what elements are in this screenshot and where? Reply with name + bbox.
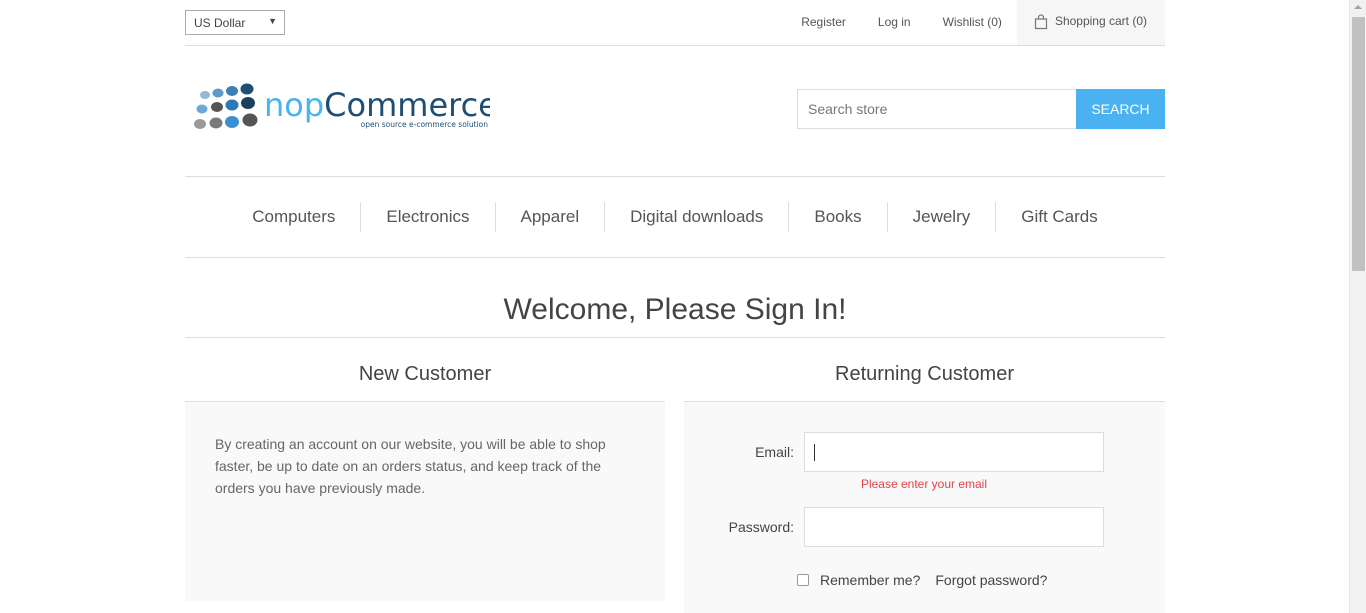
shopping-bag-icon — [1034, 14, 1048, 30]
remember-me-checkbox[interactable] — [797, 574, 809, 586]
cart-label: Shopping cart (0) — [1054, 14, 1147, 28]
shopping-cart-link[interactable]: Shopping cart (0) — [1016, 0, 1165, 45]
menu-item-electronics[interactable]: Electronics — [360, 202, 494, 232]
scroll-up-arrow-icon[interactable] — [1354, 5, 1362, 9]
menu-item-apparel[interactable]: Apparel — [494, 202, 605, 232]
currency-select[interactable]: US Dollar ▼ — [185, 10, 285, 35]
store-logo[interactable]: nopCommerce open source e-commerce solut… — [190, 80, 498, 136]
logo-wordmark: nopCommerce — [264, 86, 490, 124]
page: US Dollar ▼ Register Log in Wishlist (0)… — [185, 0, 1165, 613]
forgot-password-link[interactable]: Forgot password? — [935, 572, 1047, 588]
dropdown-arrow-icon: ▼ — [268, 16, 277, 26]
header-top-bar: US Dollar ▼ Register Log in Wishlist (0)… — [185, 0, 1165, 46]
search-button[interactable]: SEARCH — [1076, 89, 1165, 129]
currency-value: US Dollar — [194, 16, 246, 30]
menu-item-gift-cards[interactable]: Gift Cards — [995, 202, 1123, 232]
email-field[interactable] — [804, 432, 1104, 472]
password-label: Password: — [728, 519, 794, 535]
vertical-scrollbar[interactable] — [1349, 0, 1366, 613]
login-link[interactable]: Log in — [878, 0, 911, 45]
header-links: Register Log in Wishlist (0) Shopping ca… — [769, 0, 1165, 45]
menu-item-books[interactable]: Books — [788, 202, 886, 232]
returning-customer-panel: Email: Please enter your email Password:… — [684, 402, 1165, 613]
remember-me-row: Remember me? Forgot password? — [797, 572, 1047, 588]
remember-me-label[interactable]: Remember me? — [820, 572, 920, 588]
logo-tagline: open source e-commerce solution — [361, 120, 489, 129]
page-title: Welcome, Please Sign In! — [185, 290, 1165, 338]
menu-item-jewelry[interactable]: Jewelry — [886, 202, 996, 232]
search-input[interactable] — [797, 89, 1077, 129]
new-customer-title: New Customer — [185, 338, 665, 402]
scrollbar-thumb[interactable] — [1352, 17, 1365, 271]
new-customer-panel: By creating an account on our website, y… — [185, 402, 665, 601]
nopcommerce-logo-icon: nopCommerce open source e-commerce solut… — [194, 83, 498, 129]
top-menu: Computers Electronics Apparel Digital do… — [185, 176, 1165, 258]
wishlist-link[interactable]: Wishlist (0) — [943, 0, 1002, 45]
password-field[interactable] — [804, 507, 1104, 547]
returning-customer-title: Returning Customer — [684, 338, 1165, 402]
menu-item-computers[interactable]: Computers — [227, 202, 360, 232]
email-label: Email: — [755, 444, 794, 460]
new-customer-text: By creating an account on our website, y… — [215, 436, 606, 496]
email-error: Please enter your email — [860, 477, 988, 491]
text-caret — [814, 444, 815, 461]
menu-item-digital-downloads[interactable]: Digital downloads — [604, 202, 788, 232]
register-link[interactable]: Register — [801, 0, 846, 45]
